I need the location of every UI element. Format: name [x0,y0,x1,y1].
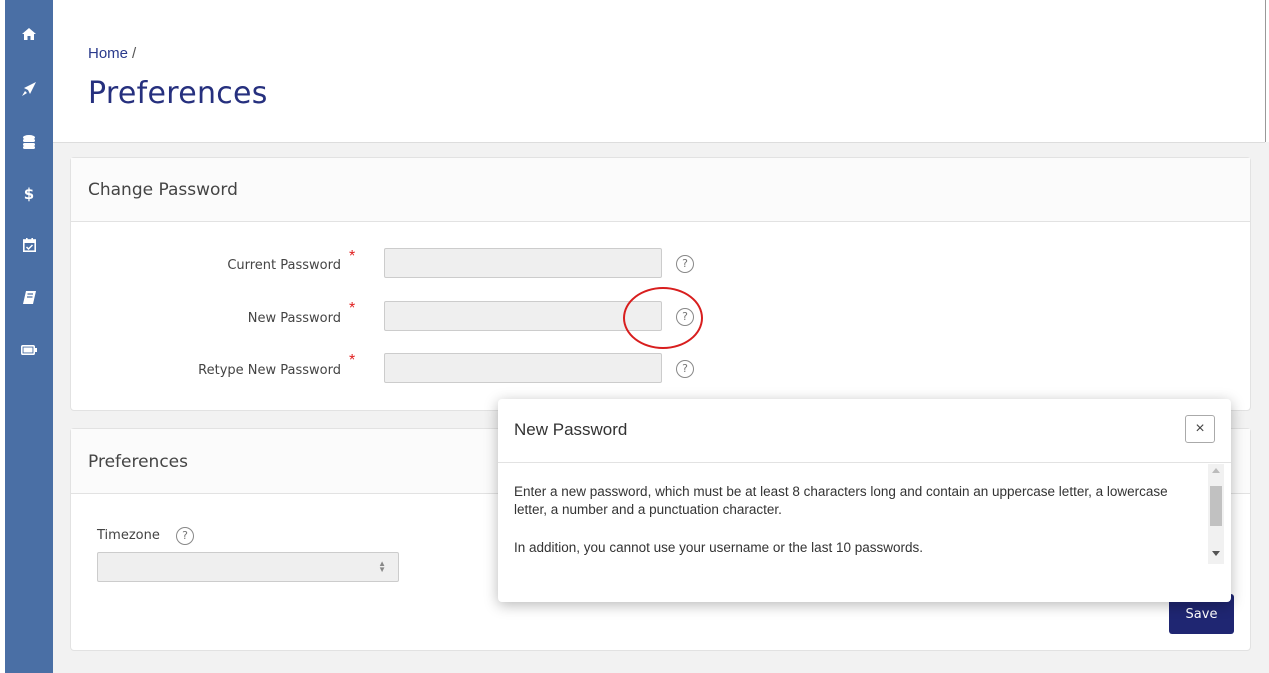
page-title: Preferences [88,76,268,111]
rocket-icon[interactable] [5,77,53,101]
calendar-check-icon[interactable] [5,233,53,257]
breadcrumb-home-link[interactable]: Home [88,45,128,62]
required-marker: * [349,300,356,317]
required-marker: * [349,248,356,265]
popover-paragraph: In addition, you cannot use your usernam… [514,540,923,555]
scroll-up-icon[interactable] [1212,468,1220,473]
scroll-thumb[interactable] [1210,486,1222,526]
database-icon[interactable] [5,130,53,154]
help-icon[interactable]: ? [176,527,194,545]
new-password-input[interactable] [384,301,662,331]
card-title: Preferences [88,452,188,472]
popover-header: New Password × [498,399,1231,463]
help-popover: New Password × Enter a new password, whi… [498,399,1231,602]
retype-password-input[interactable] [384,353,662,383]
card-title: Change Password [88,180,238,200]
breadcrumb-separator: / [132,45,137,62]
battery-icon[interactable] [5,338,53,362]
breadcrumb: Home / [88,45,136,62]
home-icon[interactable] [5,22,53,46]
timezone-label: Timezone [97,528,160,543]
sidebar: $ [0,0,53,673]
required-marker: * [349,352,356,369]
highlight-circle [623,287,703,349]
page-header: Home / Preferences [53,0,1265,143]
window-edge [1265,0,1269,142]
new-password-label: New Password [247,311,341,326]
help-icon[interactable]: ? [676,255,694,273]
timezone-select[interactable]: ▲ ▼ [97,552,399,582]
scrollbar[interactable] [1208,464,1224,564]
dollar-icon[interactable]: $ [5,182,53,206]
card-header: Change Password [71,158,1250,222]
select-arrows-icon: ▲ ▼ [378,559,386,574]
retype-password-label: Retype New Password [198,363,341,378]
current-password-label: Current Password [227,258,341,273]
popover-title: New Password [514,420,628,439]
popover-body: Enter a new password, which must be at l… [514,483,1194,577]
scroll-down-icon[interactable] [1212,551,1220,556]
help-icon[interactable]: ? [676,360,694,378]
book-icon[interactable] [5,285,53,309]
close-button[interactable]: × [1185,415,1215,443]
popover-paragraph: Enter a new password, which must be at l… [514,484,1168,517]
current-password-input[interactable] [384,248,662,278]
